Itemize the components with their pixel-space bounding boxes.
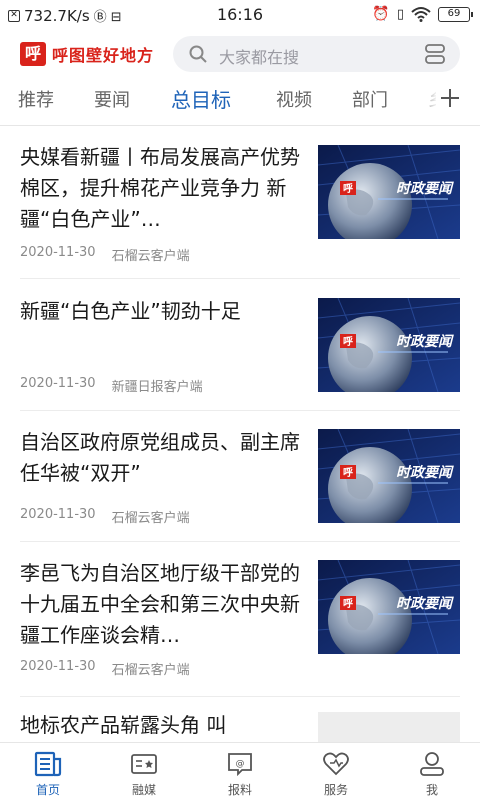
- svg-text:呼: 呼: [343, 597, 353, 610]
- news-item[interactable]: 自治区政府原党组成员、副主席任华被“双开” 2020-11-30 石榴云客户端 …: [0, 425, 480, 540]
- tab-departments[interactable]: 部门: [352, 86, 388, 112]
- news-divider: [20, 696, 460, 697]
- nav-label: 报料: [227, 783, 252, 797]
- news-thumbnail: 呼 时政要闻: [318, 429, 460, 523]
- news-date: 2020-11-30: [20, 245, 96, 260]
- status-right: ⏰ ▯ 69: [372, 6, 473, 22]
- nav-profile[interactable]: 我: [384, 743, 480, 800]
- news-divider: [20, 541, 460, 542]
- news-divider: [20, 278, 460, 279]
- alarm-icon: ⏰: [372, 6, 390, 22]
- news-source: 石榴云客户端: [111, 249, 190, 264]
- news-meta: 2020-11-30 石榴云客户端: [20, 245, 190, 264]
- tab-fade: [416, 86, 438, 114]
- svg-text:时政要闻: 时政要闻: [396, 333, 454, 350]
- battery-indicator: 69: [438, 6, 473, 22]
- svg-text:呼: 呼: [343, 182, 353, 195]
- news-title: 央媒看新疆丨布局发展高产优势棉区，提升棉花产业竞争力 新疆“白色产业”…: [20, 145, 300, 231]
- tab-general-goal[interactable]: 总目标: [171, 84, 231, 113]
- search-icon: [189, 45, 207, 63]
- tab-recommend[interactable]: 推荐: [18, 86, 54, 112]
- news-source: 新疆日报客户端: [111, 380, 203, 395]
- bottom-nav: 首页 融媒 @ 报料 服务 我: [0, 742, 480, 800]
- wifi-icon: [411, 7, 431, 22]
- globe-thumbnail-image: 呼 时政要闻: [318, 145, 460, 239]
- nav-report[interactable]: @ 报料: [192, 743, 288, 800]
- news-meta: 2020-11-30 石榴云客户端: [20, 659, 190, 678]
- nav-service[interactable]: 服务: [288, 743, 384, 800]
- nav-home[interactable]: 首页: [0, 743, 96, 800]
- news-source: 石榴云客户端: [111, 663, 190, 678]
- news-thumbnail: 呼 时政要闻: [318, 560, 460, 654]
- search-bar[interactable]: 大家都在搜: [173, 36, 460, 72]
- nav-label: 首页: [35, 783, 60, 797]
- scan-icon[interactable]: [424, 44, 446, 64]
- profile-icon: [420, 752, 444, 776]
- news-item[interactable]: 央媒看新疆丨布局发展高产优势棉区，提升棉花产业竞争力 新疆“白色产业”… 202…: [0, 140, 480, 280]
- tab-video[interactable]: 视频: [276, 86, 312, 112]
- home-news-icon: [34, 751, 62, 777]
- nav-label: 我: [425, 783, 438, 797]
- news-date: 2020-11-30: [20, 376, 96, 391]
- news-title: 地标农产品崭露头角 叫: [20, 713, 227, 737]
- svg-text:呼: 呼: [343, 335, 353, 348]
- svg-text:@: @: [236, 759, 245, 769]
- nav-label: 服务: [323, 783, 348, 797]
- logo-text: 呼图壁好地方: [52, 46, 155, 65]
- news-source: 石榴云客户端: [111, 511, 190, 526]
- globe-thumbnail-image: 呼 时政要闻: [318, 560, 460, 654]
- app-header: 呼 呼图壁好地方 大家都在搜: [0, 36, 480, 74]
- svg-text:呼: 呼: [343, 466, 353, 479]
- news-thumbnail: 呼 时政要闻: [318, 145, 460, 239]
- app-logo[interactable]: 呼 呼图壁好地方: [20, 42, 154, 66]
- report-icon: @: [228, 753, 252, 777]
- globe-thumbnail-image: 呼 时政要闻: [318, 429, 460, 523]
- news-item[interactable]: 李邑飞为自治区地厅级干部党的十九届五中全会和第三次中央新疆工作座谈会精… 202…: [0, 556, 480, 696]
- plus-icon: [441, 89, 459, 107]
- news-thumbnail: 呼 时政要闻: [318, 298, 460, 392]
- news-thumbnail-placeholder: [318, 712, 460, 742]
- media-card-icon: [131, 754, 157, 774]
- news-date: 2020-11-30: [20, 659, 96, 674]
- status-bar: ✕ 732.7K/s Ⓑ ⊟ 16:16 ⏰ ▯ 69: [0, 0, 480, 30]
- tabs-divider: [0, 125, 480, 126]
- news-date: 2020-11-30: [20, 507, 96, 522]
- add-channel-button[interactable]: [436, 84, 462, 112]
- news-item[interactable]: 新疆“白色产业”韧劲十足 2020-11-30 新疆日报客户端 呼 时政要闻: [0, 294, 480, 409]
- tab-headlines[interactable]: 要闻: [94, 86, 130, 112]
- svg-text:时政要闻: 时政要闻: [396, 464, 454, 481]
- news-title: 新疆“白色产业”韧劲十足: [20, 299, 241, 323]
- nav-label: 融媒: [131, 783, 156, 797]
- news-meta: 2020-11-30 石榴云客户端: [20, 507, 190, 526]
- service-heart-icon: [323, 752, 349, 776]
- logo-mark-icon: 呼: [20, 42, 46, 66]
- news-title: 自治区政府原党组成员、副主席任华被“双开”: [20, 430, 300, 485]
- news-divider: [20, 410, 460, 411]
- search-placeholder: 大家都在搜: [219, 48, 300, 67]
- globe-thumbnail-image: 呼 时政要闻: [318, 298, 460, 392]
- svg-text:时政要闻: 时政要闻: [396, 595, 454, 612]
- news-item[interactable]: 地标农产品崭露头角 叫: [0, 710, 480, 742]
- news-title: 李邑飞为自治区地厅级干部党的十九届五中全会和第三次中央新疆工作座谈会精…: [20, 561, 300, 647]
- nav-media[interactable]: 融媒: [96, 743, 192, 800]
- svg-text:时政要闻: 时政要闻: [396, 180, 454, 197]
- vibrate-icon: ▯: [396, 6, 404, 22]
- news-meta: 2020-11-30 新疆日报客户端: [20, 376, 203, 395]
- channel-tabs: 推荐 要闻 总目标 视频 部门 乡: [0, 84, 480, 118]
